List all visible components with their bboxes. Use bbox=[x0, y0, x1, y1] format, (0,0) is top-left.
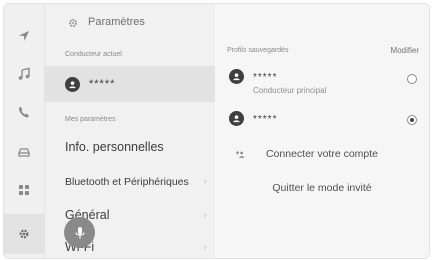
profile-name: ***** bbox=[253, 72, 278, 83]
user-icon bbox=[69, 81, 76, 89]
profile-row[interactable]: ***** bbox=[215, 106, 429, 142]
profile-row[interactable]: ***** Conducteur principal bbox=[215, 64, 429, 100]
voice-assistant-button[interactable] bbox=[64, 217, 95, 248]
avatar bbox=[65, 77, 80, 92]
settings-gear-icon bbox=[19, 229, 29, 239]
menu-item-label: Info. personnelles bbox=[65, 140, 164, 154]
profiles-panel: Profils sauvegardés Modifier ***** Condu… bbox=[215, 4, 429, 258]
icon-rail bbox=[4, 4, 45, 258]
quit-guest-mode-button[interactable]: Quitter le mode invité bbox=[215, 174, 429, 202]
current-driver-row[interactable]: ***** bbox=[45, 66, 215, 102]
connect-account-button[interactable]: Connecter votre compte bbox=[215, 140, 429, 168]
rail-navigation-button[interactable] bbox=[4, 16, 44, 56]
apps-grid-icon bbox=[19, 185, 29, 195]
rail-phone-button[interactable] bbox=[4, 92, 44, 132]
page-title: Paramètres bbox=[88, 16, 145, 28]
settings-header: Paramètres bbox=[45, 4, 215, 42]
menu-item-personal-info[interactable]: Info. personnelles bbox=[45, 132, 215, 164]
chevron-right-icon: › bbox=[203, 176, 207, 187]
car-icon bbox=[18, 148, 30, 157]
rail-vehicle-button[interactable] bbox=[4, 132, 44, 172]
profiles-header bbox=[215, 4, 429, 42]
phone-icon bbox=[19, 106, 29, 118]
current-driver-name: ***** bbox=[89, 78, 116, 90]
microphone-icon bbox=[74, 226, 85, 238]
rail-music-button[interactable] bbox=[4, 54, 44, 94]
profile-radio[interactable] bbox=[407, 74, 417, 84]
user-icon bbox=[233, 73, 240, 81]
music-icon bbox=[18, 67, 30, 80]
profile-name: ***** bbox=[253, 114, 278, 125]
navigation-icon bbox=[19, 31, 29, 41]
my-settings-label: Mes paramètres bbox=[65, 116, 116, 123]
chevron-right-icon: › bbox=[203, 242, 207, 253]
user-icon bbox=[233, 115, 240, 123]
menu-item-label: Bluetooth et Périphériques bbox=[65, 176, 189, 188]
connect-account-label: Connecter votre compte bbox=[265, 148, 379, 160]
rail-settings-button[interactable] bbox=[4, 214, 44, 254]
menu-item-bluetooth[interactable]: Bluetooth et Périphériques › bbox=[45, 166, 215, 198]
chevron-right-icon: › bbox=[203, 210, 207, 221]
avatar bbox=[229, 111, 244, 126]
app-window: Paramètres Conducteur actuel ***** Mes p… bbox=[3, 3, 430, 259]
profile-subtitle: Conducteur principal bbox=[253, 86, 327, 95]
gear-icon bbox=[68, 18, 78, 28]
avatar bbox=[229, 69, 244, 84]
profile-radio-selected[interactable] bbox=[407, 115, 417, 125]
modify-button[interactable]: Modifier bbox=[391, 46, 419, 55]
quit-guest-mode-label: Quitter le mode invité bbox=[272, 182, 372, 194]
saved-profiles-label: Profils sauvegardés bbox=[227, 47, 289, 54]
current-driver-label: Conducteur actuel bbox=[65, 51, 122, 58]
rail-apps-button[interactable] bbox=[4, 170, 44, 210]
